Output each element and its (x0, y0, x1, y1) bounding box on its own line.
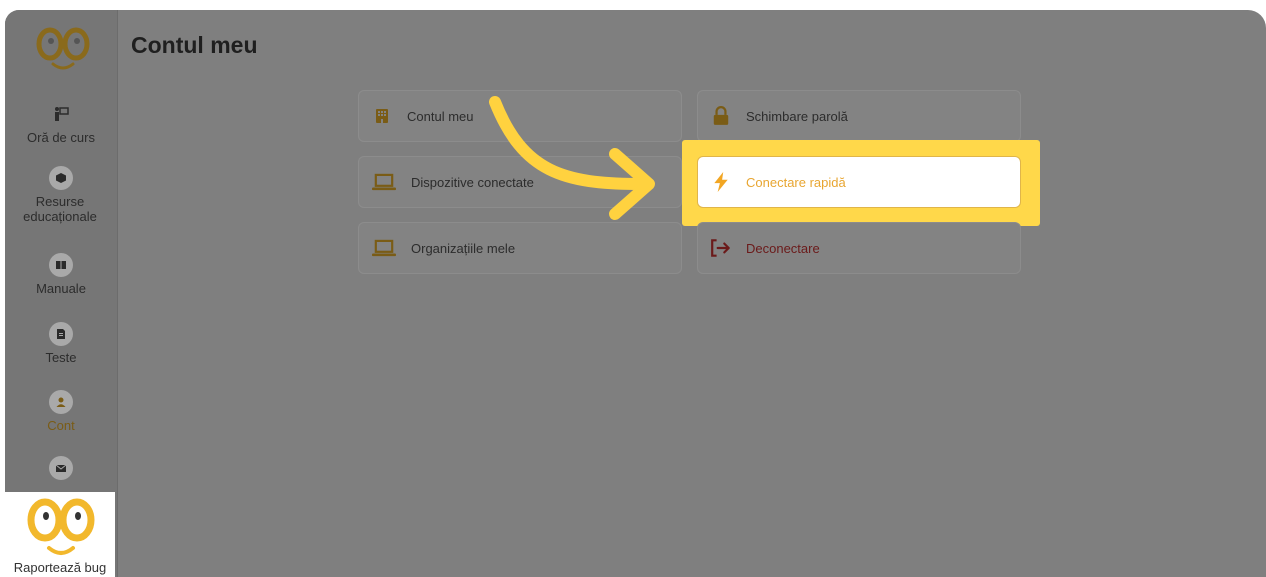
user-icon (49, 390, 73, 414)
teacher-board-icon (49, 102, 73, 126)
card-label: Contul meu (407, 108, 474, 124)
card-contul-meu[interactable]: Contul meu (358, 90, 682, 142)
sidebar-item-label: Teste (45, 350, 77, 365)
sidebar-item-label: Manuale (36, 281, 86, 296)
sidebar-item-cont[interactable]: Cont (5, 390, 117, 433)
card-label: Deconectare (746, 240, 820, 256)
card-dispozitive-conectate[interactable]: Dispozitive conectate (358, 156, 682, 208)
sidebar-item-manuale[interactable]: Manuale (5, 253, 117, 296)
app-logo[interactable] (35, 26, 91, 74)
bug-report-logo (27, 498, 95, 555)
card-label: Dispozitive conectate (411, 174, 534, 190)
lightning-icon (710, 171, 732, 193)
card-label: Schimbare parolă (746, 108, 848, 124)
page-title: Contul meu (131, 32, 258, 58)
app-window: Oră de curs Resurse educaționale Manuale… (5, 10, 1266, 577)
sidebar-item-label: Cont (47, 418, 75, 433)
card-label: Conectare rapidă (746, 174, 846, 190)
sidebar-item-resurse-educationale[interactable]: Resurse educaționale (5, 166, 117, 224)
card-schimbare-parola[interactable]: Schimbare parolă (697, 90, 1021, 142)
sidebar-item-mesaje[interactable] (5, 456, 117, 480)
card-deconectare[interactable]: Deconectare (697, 222, 1021, 274)
sidebar: Oră de curs Resurse educaționale Manuale… (5, 10, 118, 577)
sidebar-item-label: Resurse educaționale (23, 194, 97, 224)
report-bug-button[interactable]: Raportează bug (5, 492, 115, 577)
laptop-icon (371, 237, 397, 259)
lock-icon (710, 105, 732, 127)
cube-icon (49, 166, 73, 190)
card-organizatiile-mele[interactable]: Organizațiile mele (358, 222, 682, 274)
laptop-icon (371, 171, 397, 193)
sidebar-item-label: Oră de curs (27, 130, 95, 145)
bug-report-label: Raportează bug (13, 560, 107, 575)
sign-out-icon (710, 237, 732, 259)
building-icon (371, 105, 393, 127)
envelope-icon (49, 456, 73, 480)
sidebar-item-ora-de-curs[interactable]: Oră de curs (5, 102, 117, 145)
card-label: Organizațiile mele (411, 240, 516, 256)
sidebar-item-teste[interactable]: Teste (5, 322, 117, 365)
document-icon (49, 322, 73, 346)
book-icon (49, 253, 73, 277)
card-conectare-rapida[interactable]: Conectare rapidă (697, 156, 1021, 208)
